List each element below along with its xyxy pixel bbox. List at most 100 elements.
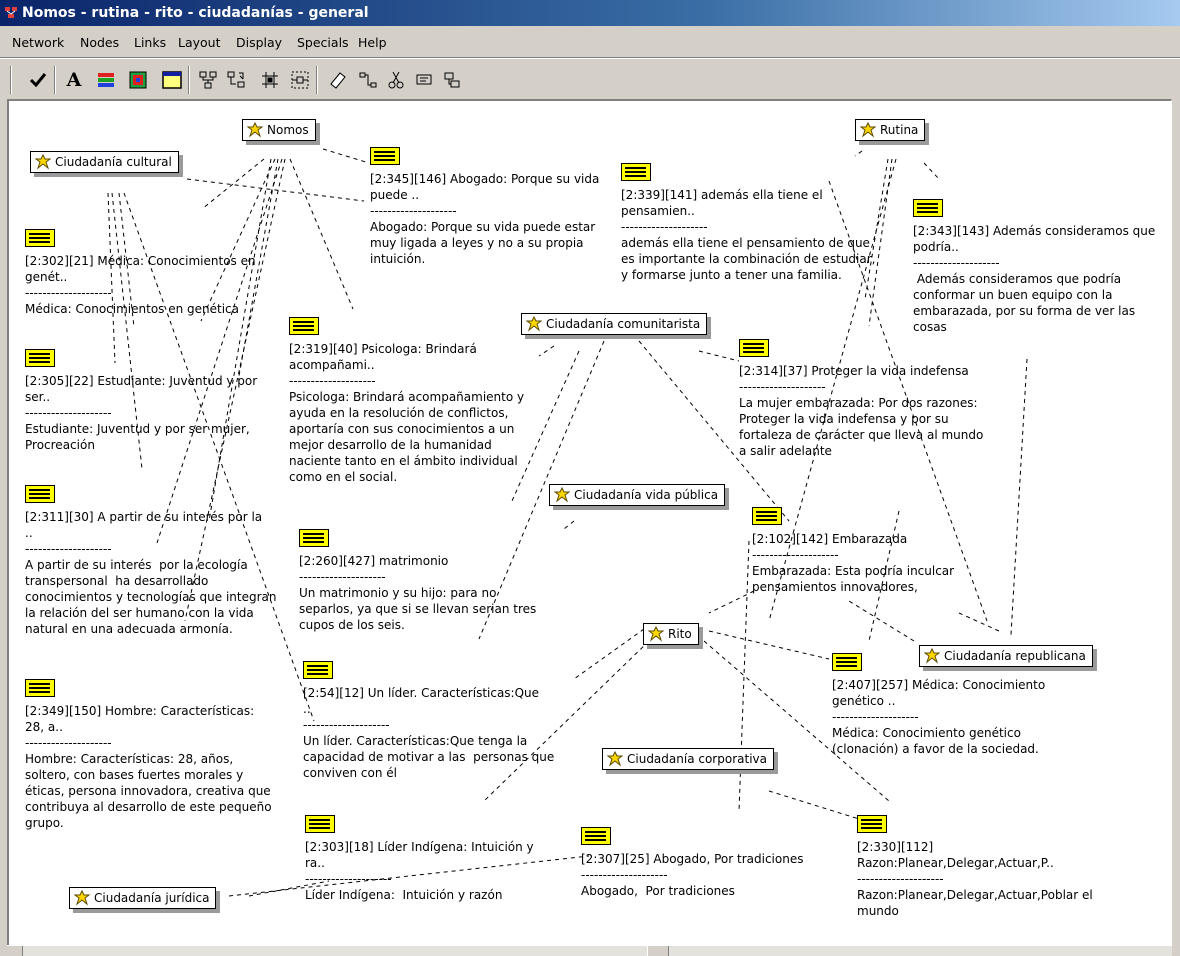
memo-node[interactable]: [2:319][40] Psicologa: Brindará acompaña… bbox=[289, 317, 524, 485]
layout-fit-icon[interactable] bbox=[288, 68, 312, 92]
memo-icon[interactable] bbox=[370, 147, 400, 165]
comment-icon[interactable] bbox=[412, 68, 436, 92]
code-node-nomos[interactable]: Nomos bbox=[242, 119, 316, 141]
memo-node[interactable]: [2:260][427] matrimonio ----------------… bbox=[299, 529, 536, 633]
memo-separator: -------------------- bbox=[581, 868, 668, 882]
memo-separator: -------------------- bbox=[299, 570, 386, 584]
memo-header: [2:339][141] además ella tiene el pensam… bbox=[621, 188, 823, 218]
memo-icon[interactable] bbox=[857, 815, 887, 833]
menu-display[interactable]: Display bbox=[236, 35, 282, 50]
memo-node[interactable]: [2:407][257] Médica: Conocimiento genéti… bbox=[832, 653, 1045, 757]
memo-node[interactable]: [2:339][141] además ella tiene el pensam… bbox=[621, 163, 875, 283]
memo-separator: -------------------- bbox=[25, 406, 112, 420]
memo-icon[interactable] bbox=[913, 199, 943, 217]
app-network-icon bbox=[5, 7, 17, 18]
code-node-ciudadania-comunitarista[interactable]: Ciudadanía comunitarista bbox=[521, 313, 708, 335]
memo-icon[interactable] bbox=[289, 317, 319, 335]
code-label: Rutina bbox=[880, 123, 919, 137]
memo-body: Un matrimonio y su hijo: para no separlo… bbox=[299, 586, 537, 632]
memo-body: Hombre: Características: 28, años, solte… bbox=[25, 752, 272, 830]
code-icon bbox=[35, 154, 51, 170]
code-node-ciudadania-corporativa[interactable]: Ciudadanía corporativa bbox=[602, 748, 774, 770]
layout-grid-icon[interactable] bbox=[258, 68, 282, 92]
memo-node[interactable]: [2:314][37] Proteger la vida indefensa -… bbox=[739, 339, 983, 459]
menu-layout[interactable]: Layout bbox=[178, 35, 221, 50]
memo-separator: -------------------- bbox=[25, 542, 112, 556]
memo-header: [2:407][257] Médica: Conocimiento genéti… bbox=[832, 678, 1046, 708]
memo-node[interactable]: [2:343][143] Además consideramos que pod… bbox=[913, 199, 1155, 335]
copy-node-icon[interactable] bbox=[440, 68, 464, 92]
code-node-ciudadania-cultural[interactable]: Ciudadanía cultural bbox=[30, 151, 179, 173]
memo-node[interactable]: [2:307][25] Abogado, Por tradiciones ---… bbox=[581, 827, 803, 899]
memo-node[interactable]: [2:302][21] Médica: Conocimientos en gen… bbox=[25, 229, 256, 317]
connector-icon[interactable] bbox=[356, 68, 380, 92]
memo-header: [2:307][25] Abogado, Por tradiciones bbox=[581, 852, 804, 866]
menu-nodes[interactable]: Nodes bbox=[80, 35, 119, 50]
code-icon bbox=[607, 751, 623, 767]
memo-icon[interactable] bbox=[621, 163, 651, 181]
memo-icon[interactable] bbox=[305, 815, 335, 833]
memo-icon[interactable] bbox=[581, 827, 611, 845]
memo-header: [2:54][12] Un líder. Características:Que… bbox=[303, 686, 540, 716]
memo-header: [2:314][37] Proteger la vida indefensa bbox=[739, 364, 969, 378]
network-canvas[interactable]: Nomos Rutina Ciudadanía cultural Ciudada… bbox=[7, 99, 1172, 947]
memo-header: [2:260][427] matrimonio bbox=[299, 554, 449, 568]
memo-node[interactable]: [2:54][12] Un líder. Características:Que… bbox=[303, 661, 554, 781]
memo-node[interactable]: [2:303][18] Líder Indígena: Intuición y … bbox=[305, 815, 534, 903]
memo-separator: -------------------- bbox=[289, 374, 376, 388]
code-label: Ciudadanía corporativa bbox=[627, 752, 767, 766]
memo-node[interactable]: [2:345][146] Abogado: Porque su vida pue… bbox=[370, 147, 599, 267]
code-icon bbox=[526, 316, 542, 332]
memo-icon[interactable] bbox=[25, 229, 55, 247]
memo-icon[interactable] bbox=[25, 485, 55, 503]
memo-header: [2:319][40] Psicologa: Brindará acompaña… bbox=[289, 342, 477, 372]
memo-node[interactable]: [2:330][112] Razon:Planear,Delegar,Actua… bbox=[857, 815, 1093, 919]
memo-separator: -------------------- bbox=[370, 204, 457, 218]
toolbar-separator bbox=[54, 66, 56, 94]
menu-specials[interactable]: Specials bbox=[297, 35, 349, 50]
code-label: Nomos bbox=[267, 123, 309, 137]
memo-body: Embarazada: Esta podría inculcar pensami… bbox=[752, 564, 955, 594]
memo-separator: -------------------- bbox=[25, 736, 112, 750]
code-icon bbox=[554, 487, 570, 503]
memo-node[interactable]: [2:349][150] Hombre: Características: 28… bbox=[25, 679, 272, 831]
memo-icon[interactable] bbox=[25, 679, 55, 697]
title-bar[interactable]: Nomos - rutina - rito - ciudadanías - ge… bbox=[0, 0, 1180, 26]
memo-node[interactable]: [2:311][30] A partir de su interés por l… bbox=[25, 485, 277, 637]
code-node-rutina[interactable]: Rutina bbox=[855, 119, 926, 141]
font-icon[interactable]: A bbox=[62, 68, 86, 92]
memo-icon[interactable] bbox=[25, 349, 55, 367]
toolbar: A bbox=[0, 60, 1180, 98]
memo-icon[interactable] bbox=[832, 653, 862, 671]
cut-icon[interactable] bbox=[384, 68, 408, 92]
memo-node[interactable]: [2:305][22] Estudiante: Juventud y por s… bbox=[25, 349, 257, 453]
memo-body: Razon:Planear,Delegar,Actuar,Poblar el m… bbox=[857, 888, 1093, 918]
color-lines-icon[interactable] bbox=[94, 68, 118, 92]
window-icon[interactable] bbox=[160, 68, 184, 92]
memo-icon[interactable] bbox=[739, 339, 769, 357]
memo-body: La mujer embarazada: Por dos razones: Pr… bbox=[739, 396, 984, 458]
code-node-ciudadania-juridica[interactable]: Ciudadanía jurídica bbox=[69, 887, 217, 909]
code-node-rito[interactable]: Rito bbox=[643, 623, 699, 645]
node-color-icon[interactable] bbox=[126, 68, 150, 92]
layout-import-icon[interactable] bbox=[224, 68, 248, 92]
memo-body: Un líder. Características:Que tenga la c… bbox=[303, 734, 555, 780]
layout-tree-icon[interactable] bbox=[196, 68, 220, 92]
memo-icon[interactable] bbox=[752, 507, 782, 525]
memo-body: además ella tiene el pensamiento de que … bbox=[621, 236, 876, 282]
menu-help[interactable]: Help bbox=[358, 35, 387, 50]
checkmark-icon[interactable] bbox=[26, 68, 50, 92]
memo-icon[interactable] bbox=[299, 529, 329, 547]
memo-icon[interactable] bbox=[303, 661, 333, 679]
horizontal-scrollbar[interactable] bbox=[7, 945, 1172, 956]
menu-links[interactable]: Links bbox=[134, 35, 166, 50]
menu-network[interactable]: Network bbox=[12, 35, 64, 50]
eraser-icon[interactable] bbox=[326, 68, 350, 92]
memo-separator: -------------------- bbox=[305, 872, 392, 886]
code-icon bbox=[860, 122, 876, 138]
code-icon bbox=[648, 626, 664, 642]
code-node-ciudadania-vida-publica[interactable]: Ciudadanía vida pública bbox=[549, 484, 726, 506]
memo-node[interactable]: [2:102][142] Embarazada ----------------… bbox=[752, 507, 954, 595]
window-title: Nomos - rutina - rito - ciudadanías - ge… bbox=[22, 5, 369, 21]
code-label: Rito bbox=[668, 627, 692, 641]
